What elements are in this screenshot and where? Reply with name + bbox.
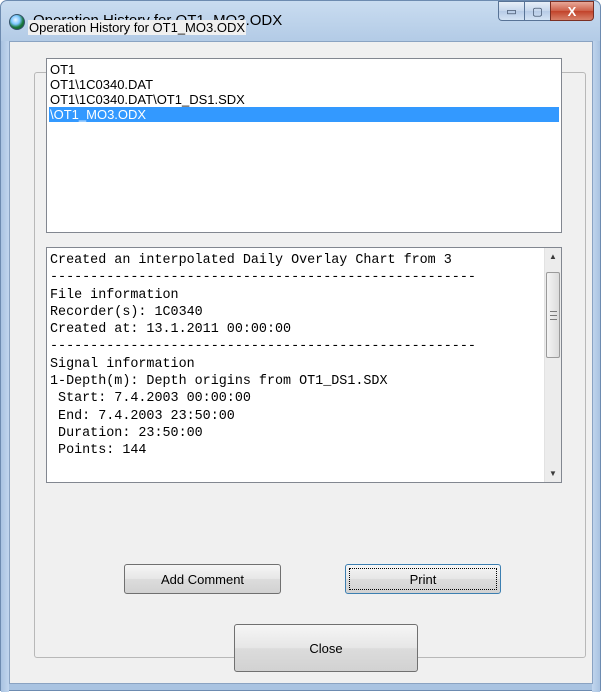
window-left-border (1, 41, 9, 692)
scroll-up-arrow-icon[interactable]: ▲ (545, 248, 561, 265)
caption-buttons: ▭ ▢ X (498, 1, 594, 21)
scroll-down-arrow-icon[interactable]: ▼ (545, 465, 561, 482)
details-scrollbar[interactable]: ▲ ▼ (544, 248, 561, 482)
details-line: ----------------------------------------… (50, 270, 476, 286)
scrollbar-thumb[interactable] (546, 272, 560, 358)
details-line: File information (50, 287, 179, 303)
list-item[interactable]: OT1\1C0340.DAT (49, 77, 559, 92)
maximize-icon: ▢ (532, 5, 543, 18)
details-line: Recorder(s): 1C0340 (50, 304, 203, 320)
details-line: Created an interpolated Daily Overlay Ch… (50, 253, 452, 268)
details-line: Duration: 23:50:00 (50, 425, 203, 441)
app-globe-icon (9, 14, 25, 30)
window-right-border (592, 41, 600, 692)
details-line: Signal information (50, 356, 195, 372)
print-button[interactable]: Print (345, 564, 501, 594)
details-text[interactable]: Created an interpolated Daily Overlay Ch… (50, 252, 542, 482)
details-textbox[interactable]: Created an interpolated Daily Overlay Ch… (46, 247, 562, 483)
details-line: ----------------------------------------… (50, 339, 476, 355)
details-line: Points: 144 (50, 443, 147, 459)
list-item[interactable]: OT1\1C0340.DAT\OT1_DS1.SDX (49, 92, 559, 107)
history-list[interactable]: OT1 OT1\1C0340.DAT OT1\1C0340.DAT\OT1_DS1.… (46, 58, 562, 233)
group-box-label: Operation History for OT1_MO3.ODX (28, 20, 247, 35)
minimize-button[interactable]: ▭ (498, 1, 524, 21)
details-line: 1-Depth(m): Depth origins from OT1_DS1.S… (50, 374, 388, 390)
close-window-button[interactable]: X (550, 1, 594, 21)
minimize-icon: ▭ (506, 5, 517, 18)
scrollbar-grip-icon (550, 311, 557, 320)
details-line: Created at: 13.1.2011 00:00:00 (50, 322, 292, 338)
list-item[interactable]: OT1 (49, 62, 559, 77)
maximize-button[interactable]: ▢ (524, 1, 550, 21)
close-button[interactable]: Close (234, 624, 418, 672)
list-item[interactable]: \OT1_MO3.ODX (49, 107, 559, 122)
add-comment-button[interactable]: Add Comment (124, 564, 281, 594)
details-line: Start: 7.4.2003 00:00:00 (50, 391, 251, 407)
details-line: End: 7.4.2003 23:50:00 (50, 408, 235, 424)
close-icon: X (567, 3, 577, 19)
